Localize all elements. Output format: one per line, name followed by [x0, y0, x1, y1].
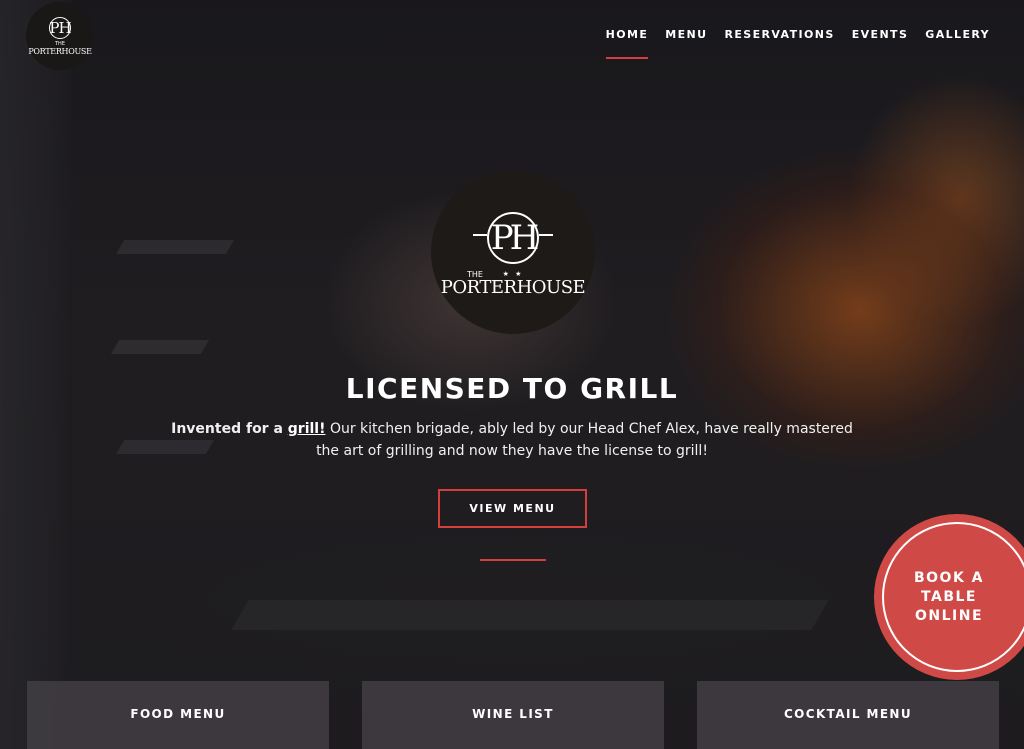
logo-wing — [473, 233, 487, 236]
card-wine-list[interactable]: WINE LIST — [362, 681, 664, 749]
logo-name: PORTERHOUSE — [440, 276, 586, 298]
logo-name: PORTERHOUSE — [28, 46, 92, 56]
card-label: COCKTAIL MENU — [783, 707, 913, 721]
nav-home[interactable]: HOME — [605, 28, 649, 59]
logo-wing — [539, 233, 553, 236]
nav-gallery[interactable]: GALLERY — [925, 28, 990, 59]
header-logo[interactable]: PH THE PORTERHOUSE — [26, 2, 94, 70]
card-food-menu[interactable]: FOOD MENU — [27, 681, 329, 749]
intro-text: Our kitchen brigade, ably led by our Hea… — [316, 421, 853, 459]
nav-reservations[interactable]: RESERVATIONS — [725, 28, 835, 59]
hero-divider — [480, 559, 546, 561]
center-logo: PH ★ ★ THE PORTERHOUSE — [431, 170, 595, 334]
hero-intro: Invented for a grill! Our kitchen brigad… — [170, 418, 854, 462]
card-label: WINE LIST — [472, 707, 554, 721]
intro-link[interactable]: grill! — [288, 421, 326, 437]
logo-monogram: PH — [487, 211, 539, 264]
main-nav: HOME MENU RESERVATIONS EVENTS GALLERY — [605, 28, 990, 59]
hero-headline: LICENSED TO GRILL — [345, 372, 679, 405]
nav-menu[interactable]: MENU — [665, 28, 707, 59]
logo-monogram-wrap: PH — [473, 208, 553, 268]
view-menu-button[interactable]: VIEW MENU — [438, 489, 587, 528]
nav-events[interactable]: EVENTS — [852, 28, 909, 59]
book-table-label: BOOK A TABLE ONLINE — [913, 569, 985, 624]
logo-monogram: PH — [49, 16, 72, 39]
card-label: FOOD MENU — [130, 707, 226, 721]
card-cocktail-menu[interactable]: COCKTAIL MENU — [697, 681, 999, 749]
intro-bold: Invented for a — [171, 421, 288, 437]
